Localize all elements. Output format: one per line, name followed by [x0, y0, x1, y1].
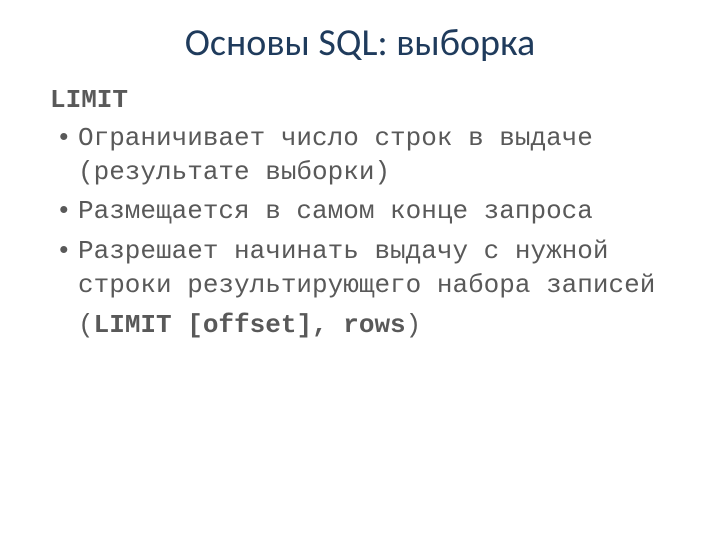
list-item: Ограничивает число строк в выдаче (резул…: [50, 122, 670, 190]
bullet-text: Разрешает начинать выдачу с нужной строк…: [78, 236, 655, 300]
bullet-list: Ограничивает число строк в выдаче (резул…: [50, 122, 670, 303]
paren-open: (: [78, 310, 94, 340]
keyword-limit: LIMIT: [50, 84, 670, 118]
bullet-text: Ограничивает число строк в выдаче (резул…: [78, 123, 593, 187]
list-item: Размещается в самом конце запроса: [50, 195, 670, 229]
paren-close: ): [406, 310, 422, 340]
bullet-text: Размещается в самом конце запроса: [78, 196, 593, 226]
syntax-line: (LIMIT [offset], rows): [50, 309, 670, 343]
slide: Основы SQL: выборка LIMIT Ограничивает ч…: [0, 0, 720, 540]
list-item: Разрешает начинать выдачу с нужной строк…: [50, 235, 670, 303]
syntax-bold: LIMIT [offset], rows: [94, 310, 406, 340]
slide-content: LIMIT Ограничивает число строк в выдаче …: [50, 84, 670, 343]
slide-title: Основы SQL: выборка: [50, 20, 670, 66]
